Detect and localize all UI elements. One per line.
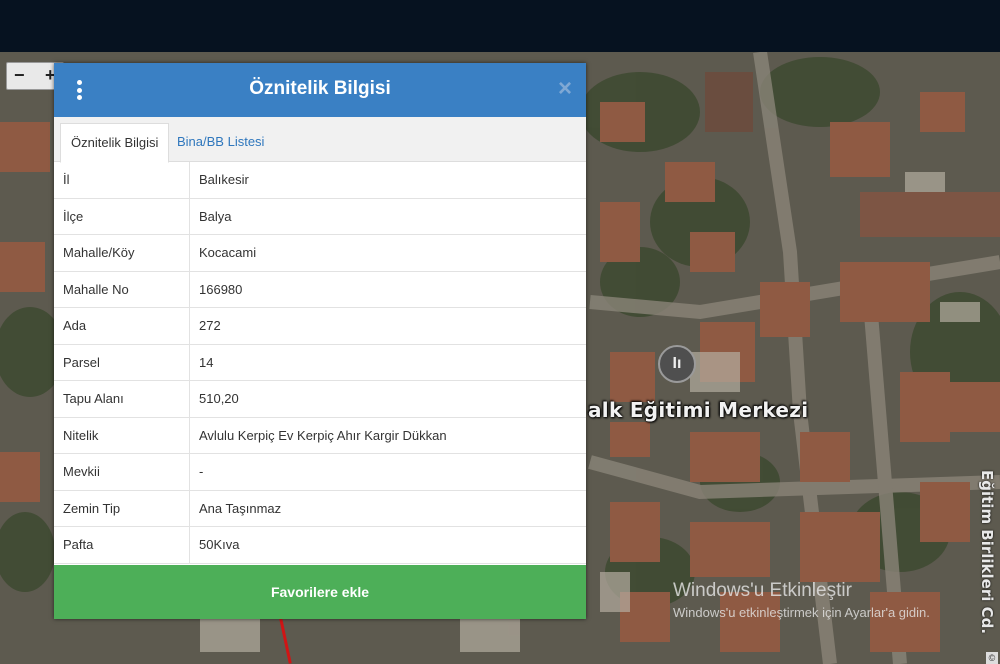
- attribute-key: Ada: [54, 307, 190, 345]
- table-row: Mahalle/Köy Kocacami: [54, 234, 586, 272]
- top-bar: [0, 0, 1000, 52]
- attribute-key: Zemin Tip: [54, 490, 190, 527]
- attribute-key: Tapu Alanı: [54, 380, 190, 418]
- table-row: Nitelik Avlulu Kerpiç Ev Kerpiç Ahır Karg…: [54, 417, 586, 454]
- attribute-value: 50Kıva: [189, 526, 586, 564]
- attribute-key: İl: [54, 162, 190, 199]
- table-row: Mahalle No 166980: [54, 271, 586, 308]
- attribute-value: Kocacami: [189, 234, 586, 272]
- attribute-value: 166980: [189, 271, 586, 308]
- attribute-value: -: [189, 453, 586, 491]
- table-row: Parsel 14: [54, 344, 586, 381]
- zoom-out-button[interactable]: −: [14, 65, 25, 86]
- attribute-value: Balıkesir: [189, 162, 586, 199]
- table-row: İlçe Balya: [54, 198, 586, 235]
- watermark-title: Windows'u Etkinleştir: [673, 580, 852, 601]
- attribute-key: Mevkii: [54, 453, 190, 491]
- table-row: Zemin Tip Ana Taşınmaz: [54, 490, 586, 527]
- panel-tabs: Öznitelik Bilgisi Bina/BB Listesi: [54, 117, 586, 163]
- panel-header: Öznitelik Bilgisi ×: [54, 63, 586, 117]
- tab-building-list[interactable]: Bina/BB Listesi: [167, 123, 274, 161]
- attribute-value: 510,20: [189, 380, 586, 418]
- close-icon[interactable]: ×: [558, 76, 572, 102]
- attribute-key: Nitelik: [54, 417, 190, 454]
- tab-attribute-info[interactable]: Öznitelik Bilgisi: [60, 123, 170, 163]
- watermark-subtitle: Windows'u etkinleştirmek için Ayarlar'a …: [673, 605, 930, 620]
- map-corner-button[interactable]: ©: [986, 652, 998, 664]
- place-marker-icon[interactable]: Iı: [658, 345, 696, 383]
- map-street-label: Eğitim Birlikleri Cd.: [978, 470, 996, 635]
- panel-title: Öznitelik Bilgisi: [249, 78, 391, 99]
- attribute-value: Avlulu Kerpiç Ev Kerpiç Ahır Kargir Dükk…: [189, 417, 586, 454]
- attribute-key: Mahalle/Köy: [54, 234, 190, 272]
- attribute-value: 272: [189, 307, 586, 345]
- table-row: Ada 272: [54, 307, 586, 345]
- table-row: Mevkii -: [54, 453, 586, 491]
- map-place-label: alk Eğitimi Merkezi: [588, 398, 809, 422]
- attribute-table: İl Balıkesir İlçe Balya Mahalle/Köy Kocacami M…: [54, 162, 586, 564]
- attribute-value: 14: [189, 344, 586, 381]
- attribute-value: Ana Taşınmaz: [189, 490, 586, 527]
- attribute-key: Pafta: [54, 526, 190, 564]
- add-favorite-button[interactable]: Favorilere ekle: [54, 565, 586, 619]
- attribute-value: Balya: [189, 198, 586, 235]
- attribute-key: İlçe: [54, 198, 190, 235]
- attribute-panel: Öznitelik Bilgisi × Öznitelik Bilgisi Bi…: [54, 63, 586, 619]
- table-row: İl Balıkesir: [54, 162, 586, 199]
- table-row: Pafta 50Kıva: [54, 526, 586, 564]
- activation-watermark: Windows'u Etkinleştir Windows'u etkinleş…: [673, 580, 930, 622]
- attribute-key: Parsel: [54, 344, 190, 381]
- attribute-key: Mahalle No: [54, 271, 190, 308]
- table-row: Tapu Alanı 510,20: [54, 380, 586, 418]
